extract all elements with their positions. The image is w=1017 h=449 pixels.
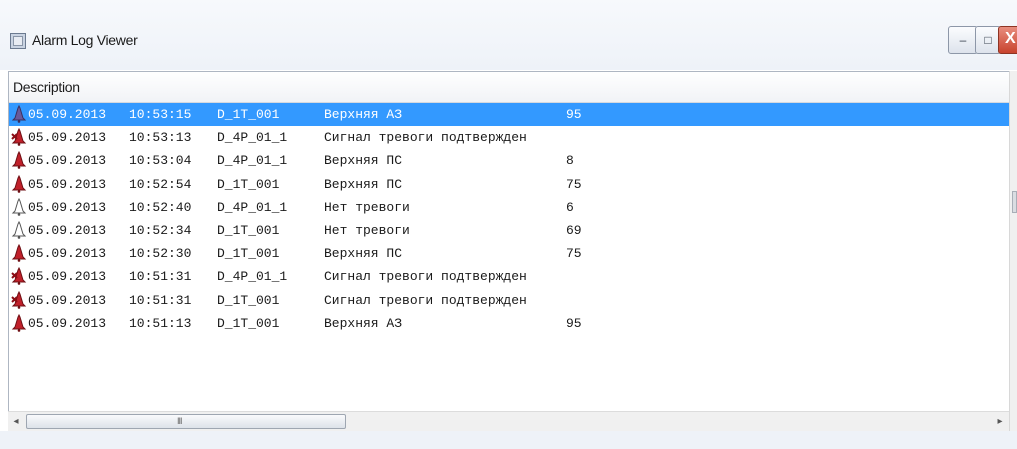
alarm-ack-bell-icon [11, 267, 27, 286]
vertical-scrollbar[interactable] [1009, 71, 1017, 431]
alarm-tag: D_1T_001 [217, 315, 280, 331]
alarm-tag: D_1T_001 [217, 107, 280, 122]
alarm-date: 05.09.2013 [28, 315, 107, 331]
alarm-row[interactable]: 05.09.2013 10:51:13 D_1T_001 Верхняя АЗ 95 [9, 312, 1009, 335]
alarm-time: 10:52:54 [129, 176, 192, 192]
alarm-description: Нет тревоги [324, 223, 410, 238]
alarm-date: 05.09.2013 [28, 246, 107, 262]
alarm-active-bell-icon [11, 244, 27, 262]
alarm-description: Верхняя АЗ [324, 315, 403, 331]
alarm-active-bell-icon [11, 104, 27, 123]
alarm-tag: D_4P_01_1 [217, 269, 288, 285]
alarm-row[interactable]: 05.09.2013 10:51:31 D_4P_01_1 Сигнал тревог… [9, 265, 1009, 288]
alarm-row[interactable]: 05.09.2013 10:53:15 D_1T_001 Верхняя АЗ 95 [9, 103, 1009, 126]
alarm-date: 05.09.2013 [28, 107, 107, 122]
alarm-tag: D_1T_001 [217, 176, 280, 192]
alarm-cleared-bell-icon [11, 197, 27, 216]
alarm-time: 10:52:34 [129, 223, 192, 238]
vertical-scrollbar-grip[interactable] [1012, 191, 1017, 213]
alarm-row[interactable]: 05.09.2013 10:51:31 D_1T_001 Сигнал тревоги… [9, 289, 1009, 312]
alarm-time: 10:53:13 [129, 130, 192, 146]
alarm-active-bell-icon [11, 313, 27, 332]
alarm-time: 10:52:40 [129, 199, 192, 215]
alarm-tag: D_4P_01_1 [217, 199, 288, 215]
scroll-thumb-grip: III [177, 416, 182, 426]
alarm-value: 95 [566, 107, 582, 122]
alarm-time: 10:51:31 [129, 269, 192, 285]
scroll-left-arrow-icon[interactable]: ◂ [8, 412, 24, 431]
alarm-description: Верхняя АЗ [324, 107, 403, 122]
alarm-tag: D_1T_001 [217, 223, 280, 238]
alarm-description: Верхняя ПС [324, 246, 403, 262]
alarm-description: Сигнал тревоги подтвержден [324, 292, 527, 308]
alarm-date: 05.09.2013 [28, 153, 107, 169]
horizontal-scrollbar[interactable]: ◂ III ▸ [8, 411, 1009, 431]
alarm-tag: D_1T_001 [217, 246, 280, 262]
alarm-time: 10:51:31 [129, 292, 192, 308]
window-title: Alarm Log Viewer [32, 32, 138, 48]
alarm-date: 05.09.2013 [28, 176, 107, 192]
alarm-tag: D_4P_01_1 [217, 153, 288, 169]
scroll-right-arrow-icon[interactable]: ▸ [992, 412, 1008, 431]
column-header-description[interactable]: Description [9, 72, 1009, 102]
close-button[interactable]: X [998, 26, 1017, 54]
alarm-value: 75 [566, 176, 582, 192]
alarm-date: 05.09.2013 [28, 269, 107, 285]
alarm-ack-bell-icon [11, 128, 27, 146]
alarm-row[interactable]: 05.09.2013 10:52:40 D_4P_01_1 Нет тревоги 6 [9, 196, 1009, 219]
alarm-description: Нет тревоги [324, 199, 410, 215]
alarm-description: Сигнал тревоги подтвержден [324, 130, 527, 146]
alarm-row[interactable]: 05.09.2013 10:53:13 D_4P_01_1 Сигнал тревог… [9, 126, 1009, 149]
alarm-row[interactable]: 05.09.2013 10:52:30 D_1T_001 Верхняя ПС 75 [9, 242, 1009, 265]
alarm-list[interactable]: Description 05.09.2013 10:53:15 D_1T_001 Ве… [8, 71, 1017, 431]
alarm-ack-bell-icon [11, 290, 27, 309]
alarm-value: 69 [566, 223, 582, 238]
alarm-value: 8 [566, 153, 574, 169]
alarm-description: Сигнал тревоги подтвержден [324, 269, 527, 285]
alarm-date: 05.09.2013 [28, 130, 107, 146]
window-bottom-border [0, 431, 1017, 449]
alarm-value: 6 [566, 199, 574, 215]
alarm-row[interactable]: 05.09.2013 10:52:34 D_1T_001 Нет тревоги 69 [9, 219, 1009, 242]
list-header: Description [9, 72, 1009, 103]
alarm-date: 05.09.2013 [28, 223, 107, 238]
alarm-value: 75 [566, 246, 582, 262]
minimize-button[interactable]: – [948, 26, 978, 54]
alarm-active-bell-icon [11, 151, 27, 170]
alarm-time: 10:53:04 [129, 153, 192, 169]
alarm-row[interactable]: 05.09.2013 10:53:04 D_4P_01_1 Верхняя ПС 8 [9, 149, 1009, 172]
alarm-time: 10:52:30 [129, 246, 192, 262]
alarm-log-window: Alarm Log Viewer – □ X Description 05.09… [0, 0, 1017, 449]
alarm-active-bell-icon [11, 174, 27, 193]
alarm-time: 10:51:13 [129, 315, 192, 331]
app-icon [10, 33, 26, 49]
alarm-tag: D_1T_001 [217, 292, 280, 308]
alarm-date: 05.09.2013 [28, 199, 107, 215]
alarm-date: 05.09.2013 [28, 292, 107, 308]
alarm-value: 95 [566, 315, 582, 331]
alarm-tag: D_4P_01_1 [217, 130, 288, 146]
alarm-description: Верхняя ПС [324, 153, 403, 169]
alarm-time: 10:53:15 [129, 107, 192, 122]
horizontal-scroll-thumb[interactable]: III [26, 414, 346, 429]
alarm-description: Верхняя ПС [324, 176, 403, 192]
alarm-row[interactable]: 05.09.2013 10:52:54 D_1T_001 Верхняя ПС 75 [9, 173, 1009, 196]
title-bar[interactable]: Alarm Log Viewer – □ X [0, 0, 1017, 70]
alarm-cleared-bell-icon [11, 220, 27, 239]
